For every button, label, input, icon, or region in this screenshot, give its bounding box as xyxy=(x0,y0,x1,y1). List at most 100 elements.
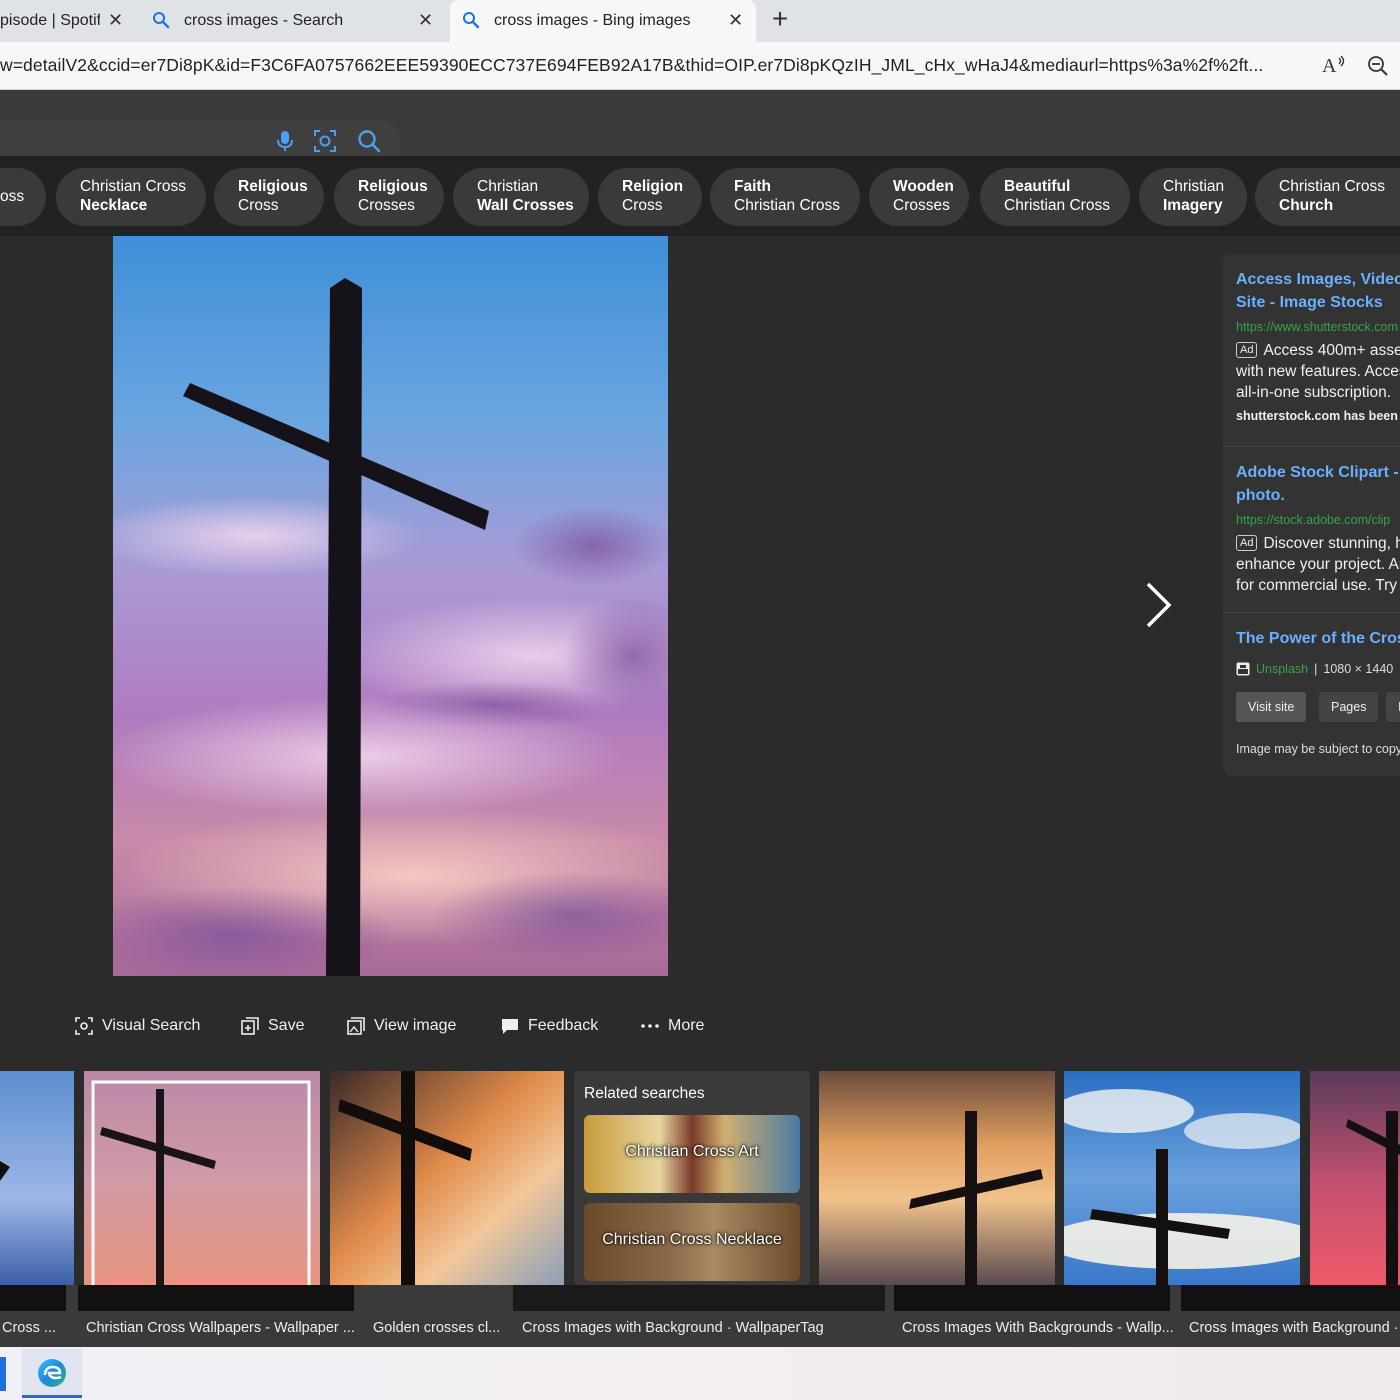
chip-christian-cross-necklace[interactable]: Christian Cross Necklace xyxy=(56,168,206,226)
ad-title[interactable]: Access Images, Videos xyxy=(1236,268,1400,291)
caption-link[interactable]: Cross ... xyxy=(2,1320,56,1336)
read-aloud-icon[interactable]: A xyxy=(1322,52,1346,78)
chip-religious-cross[interactable]: Religious Cross xyxy=(214,168,324,226)
ad-shutterstock[interactable]: Access Images, Videos Site - Image Stock… xyxy=(1236,268,1400,423)
tab-bing-images[interactable]: cross images - Bing images ✕ xyxy=(450,0,756,42)
visual-search-button[interactable]: Visual Search xyxy=(74,1008,200,1044)
chip-label: Necklace xyxy=(80,197,148,214)
ad-text: Ad Access 400m+ assets xyxy=(1236,340,1400,361)
ad-title[interactable]: Site - Image Stocks xyxy=(1236,291,1400,314)
detail-panel: Access Images, Videos Site - Image Stock… xyxy=(1223,254,1400,776)
ad-text-line: with new features. Access xyxy=(1236,363,1400,380)
ad-adobe-stock[interactable]: Adobe Stock Clipart - F photo. https://s… xyxy=(1236,461,1400,596)
close-icon[interactable]: ✕ xyxy=(728,10,743,31)
chip-christian-cross-church[interactable]: Christian Cross Church xyxy=(1255,168,1400,226)
chip-cross[interactable]: oss xyxy=(0,168,46,226)
ad-title[interactable]: photo. xyxy=(1236,484,1400,507)
chip-label: Wall Crosses xyxy=(477,197,574,214)
chip-christian-wall-crosses[interactable]: Christian Wall Crosses xyxy=(453,168,589,226)
tab-label: cross images - Search xyxy=(184,12,344,29)
search-input[interactable] xyxy=(0,120,400,160)
image-source: Unsplash | 1080 × 1440 xyxy=(1236,662,1393,676)
ad-badge: Ad xyxy=(1236,342,1258,358)
view-image-icon xyxy=(347,1017,365,1035)
chip-label: Wooden xyxy=(893,178,954,195)
save-button[interactable]: Save xyxy=(240,1008,304,1044)
view-image-label: View image xyxy=(374,1017,457,1034)
thumbnail-strip: Related searches Christian Cross Art Chr… xyxy=(0,1071,1400,1285)
thumbnail[interactable] xyxy=(1310,1071,1400,1285)
caption-band xyxy=(894,1285,1170,1311)
close-icon[interactable]: ✕ xyxy=(108,10,123,31)
main-image[interactable] xyxy=(113,236,668,976)
thumbnail-selected[interactable] xyxy=(84,1071,320,1285)
feedback-button[interactable]: Feedback xyxy=(500,1008,598,1044)
source-name[interactable]: Unsplash xyxy=(1256,662,1308,676)
caption-link[interactable]: Cross Images With Backgrounds - Wallp... xyxy=(902,1320,1174,1336)
thumbnail[interactable] xyxy=(330,1071,564,1285)
caption-link[interactable]: Cross Images with Background · Wallpaper… xyxy=(522,1320,824,1336)
image-actions-toolbar: Visual Search Save View image Feedback M… xyxy=(0,1008,760,1044)
related-searches: Related searches Christian Cross Art Chr… xyxy=(574,1071,810,1285)
caption-bar: Cross ... Christian Cross Wallpapers - W… xyxy=(0,1285,1400,1347)
chip-label: Christian xyxy=(477,178,539,195)
chip-label: Crosses xyxy=(358,197,415,214)
bing-header xyxy=(0,90,1400,160)
more-label: More xyxy=(668,1017,705,1034)
tab-spotify[interactable]: pisode | Spotify ✕ xyxy=(0,0,136,42)
close-icon[interactable]: ✕ xyxy=(418,10,433,31)
visual-search-icon[interactable] xyxy=(312,128,338,154)
image-title-link[interactable]: The Power of the Cross xyxy=(1236,630,1400,648)
more-button[interactable]: More xyxy=(640,1008,704,1044)
related-christian-cross-necklace[interactable]: Christian Cross Necklace xyxy=(584,1203,800,1281)
chip-wooden-crosses[interactable]: Wooden Crosses xyxy=(869,168,969,226)
chip-label: Beautiful xyxy=(1004,178,1071,195)
caption-link[interactable]: Cross Images with Background · xyxy=(1189,1320,1399,1336)
ad-title[interactable]: Adobe Stock Clipart - F xyxy=(1236,461,1400,484)
ad-url[interactable]: https://stock.adobe.com/clip xyxy=(1236,513,1400,527)
taskbar-edge-button[interactable] xyxy=(22,1349,82,1398)
chip-religion-cross[interactable]: Religion Cross xyxy=(598,168,702,226)
more-panel-button[interactable]: I xyxy=(1386,692,1400,722)
thumbnail[interactable] xyxy=(1064,1071,1300,1285)
view-image-button[interactable]: View image xyxy=(346,1008,456,1044)
ad-url[interactable]: https://www.shutterstock.com xyxy=(1236,320,1400,334)
caption-link[interactable]: Christian Cross Wallpapers - Wallpaper .… xyxy=(86,1320,355,1336)
ad-badge: Ad xyxy=(1236,535,1258,551)
ad-note: shutterstock.com has been vi xyxy=(1236,409,1400,423)
zoom-out-icon[interactable] xyxy=(1366,54,1390,78)
feedback-label: Feedback xyxy=(528,1017,599,1034)
related-christian-cross-art[interactable]: Christian Cross Art xyxy=(584,1115,800,1193)
related-chips-row: oss Christian Cross Necklace Religious C… xyxy=(0,156,1400,236)
caption-link[interactable]: Golden crosses cl... xyxy=(373,1320,500,1336)
chip-faith-christian-cross[interactable]: Faith Christian Cross xyxy=(710,168,860,226)
svg-text:A: A xyxy=(1322,55,1337,77)
address-bar[interactable]: w=detailV2&ccid=er7Di8pK&id=F3C6FA075766… xyxy=(0,42,1400,90)
divider xyxy=(1223,446,1400,447)
url-text[interactable]: w=detailV2&ccid=er7Di8pK&id=F3C6FA075766… xyxy=(0,55,1310,76)
related-label: Christian Cross Necklace xyxy=(602,1231,782,1248)
chip-christian-imagery[interactable]: Christian Imagery xyxy=(1139,168,1247,226)
chip-label: Religious xyxy=(358,178,428,195)
taskbar-app-indicator[interactable] xyxy=(0,1357,6,1391)
search-icon[interactable] xyxy=(356,128,382,154)
tab-cross-images-search[interactable]: cross images - Search ✕ xyxy=(140,0,444,42)
ad-text-line: Discover stunning, hi xyxy=(1263,535,1400,552)
feedback-icon xyxy=(502,1019,518,1034)
visual-search-icon xyxy=(75,1017,93,1035)
new-tab-button[interactable]: + xyxy=(766,5,794,34)
thumbnail[interactable] xyxy=(0,1071,74,1285)
microphone-icon[interactable] xyxy=(272,128,298,154)
thumbnail[interactable] xyxy=(819,1071,1055,1285)
chevron-right-icon[interactable] xyxy=(1138,580,1178,630)
chip-label: Christian xyxy=(1163,178,1225,195)
chip-label: Christian Cross xyxy=(1004,197,1110,214)
edge-browser-icon xyxy=(38,1359,66,1387)
chip-label: Cross xyxy=(622,197,663,214)
chip-label: Imagery xyxy=(1163,197,1223,214)
visit-site-button[interactable]: Visit site xyxy=(1236,692,1307,722)
taskbar xyxy=(0,1347,1400,1400)
chip-religious-crosses[interactable]: Religious Crosses xyxy=(334,168,444,226)
pages-button[interactable]: Pages xyxy=(1319,692,1379,722)
chip-beautiful-christian-cross[interactable]: Beautiful Christian Cross xyxy=(980,168,1130,226)
